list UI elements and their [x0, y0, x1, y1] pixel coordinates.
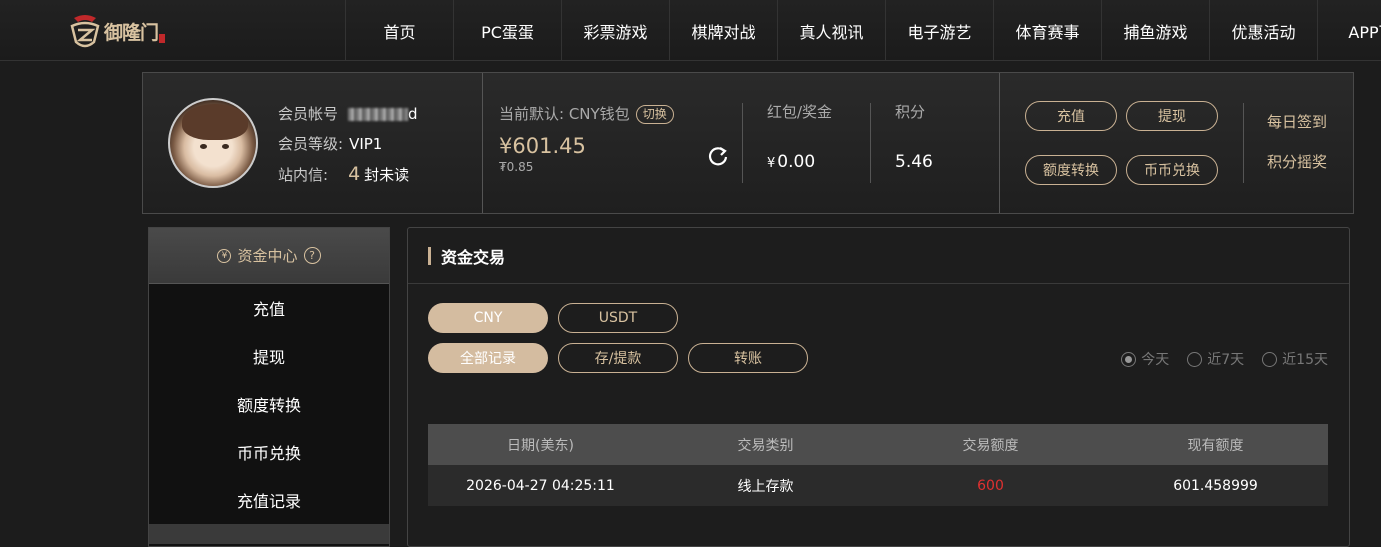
cell-type: 线上存款: [737, 478, 794, 495]
divider: [870, 103, 871, 183]
divider: [742, 103, 743, 183]
nav-slots[interactable]: 电子游艺: [885, 0, 993, 61]
transactions-table: 日期(美东) 交易类别 交易额度 现有额度 2026-04-27 04:25:1…: [428, 424, 1328, 506]
tab-cny[interactable]: CNY: [428, 303, 548, 333]
date-range-filter: 今天 近7天 近15天: [1121, 349, 1328, 369]
member-account-masked: [348, 108, 409, 121]
cell-balance: 601.458999: [1173, 477, 1258, 494]
brand-seal-icon: [159, 33, 166, 43]
sidebar-item-active[interactable]: [149, 524, 389, 544]
sidebar-item-deposit-records[interactable]: 充值记录: [149, 476, 389, 524]
redpacket-stat: 红包/奖金 ¥0.00: [767, 101, 832, 172]
exchange-button[interactable]: 币币兑换: [1126, 155, 1218, 185]
sidebar-item-withdraw[interactable]: 提现: [149, 332, 389, 380]
deposit-button[interactable]: 充值: [1025, 101, 1117, 131]
range-15days[interactable]: 近15天: [1262, 349, 1328, 369]
redpacket-value: 0.00: [777, 152, 816, 172]
daily-signin-link[interactable]: 每日签到: [1267, 111, 1327, 132]
avatar-eye-right: [222, 144, 229, 149]
member-info: 会员帐号 d 会员等级: VIP1 站内信: 4 封未读: [278, 99, 418, 190]
avatar-eye-left: [200, 144, 207, 149]
sidebar-item-transfer[interactable]: 额度转换: [149, 380, 389, 428]
brand-name: 御隆门: [104, 21, 159, 44]
range-15days-label: 近15天: [1282, 352, 1328, 368]
withdraw-button[interactable]: 提现: [1126, 101, 1218, 131]
divider: [1243, 103, 1244, 183]
redpacket-currency: ¥: [767, 156, 776, 171]
nav-promotions[interactable]: 优惠活动: [1209, 0, 1317, 61]
mail-count: 4: [348, 163, 361, 185]
col-date: 日期(美东): [507, 437, 574, 454]
sidebar-title: 资金中心: [237, 247, 298, 265]
member-level-label: 会员等级:: [278, 135, 344, 153]
sidebar-item-exchange[interactable]: 币币兑换: [149, 428, 389, 476]
avatar[interactable]: [168, 98, 258, 188]
member-account-label: 会员帐号: [278, 105, 339, 123]
fund-center-sidebar: ¥ 资金中心 ? 充值 提现 额度转换 币币兑换 充值记录: [148, 227, 390, 547]
switch-wallet-button[interactable]: 切换: [635, 105, 674, 124]
main-nav: 首页 PC蛋蛋 彩票游戏 棋牌对战 真人视讯 电子游艺 体育赛事 捕鱼游戏 优惠…: [345, 0, 1381, 61]
col-amount: 交易额度: [962, 437, 1019, 454]
radio-icon: [1262, 351, 1278, 367]
range-7days-label: 近7天: [1207, 352, 1245, 368]
member-level-value: VIP1: [349, 135, 383, 153]
nav-home[interactable]: 首页: [345, 0, 453, 61]
wallet-label: 当前默认: CNY钱包: [499, 105, 630, 123]
wallet-balance: ¥601.45: [499, 134, 586, 158]
col-type: 交易类别: [737, 437, 794, 454]
mail-row[interactable]: 站内信: 4 封未读: [278, 159, 418, 190]
sidebar-header: ¥ 资金中心 ?: [149, 228, 389, 284]
nav-live[interactable]: 真人视讯: [777, 0, 885, 61]
col-balance: 现有额度: [1187, 437, 1244, 454]
help-icon[interactable]: ?: [303, 247, 321, 264]
panel-title: 资金交易: [408, 228, 1349, 284]
points-stat: 积分 5.46: [895, 101, 933, 172]
member-account-row: 会员帐号 d: [278, 99, 418, 129]
wallet-summary: 当前默认: CNY钱包 切换 ¥601.45 ₮0.85: [499, 103, 674, 174]
refresh-icon[interactable]: [707, 145, 729, 167]
avatar-hair: [182, 104, 248, 140]
range-7days[interactable]: 近7天: [1187, 349, 1244, 369]
radio-icon: [1187, 351, 1203, 367]
points-label: 积分: [895, 103, 926, 121]
nav-sports[interactable]: 体育赛事: [993, 0, 1101, 61]
divider: [999, 73, 1000, 213]
account-summary: 会员帐号 d 会员等级: VIP1 站内信: 4 封未读 当前默认: CNY钱包 切换 ¥…: [142, 72, 1354, 214]
dragon-logo-icon: [70, 15, 100, 48]
nav-lottery[interactable]: 彩票游戏: [561, 0, 669, 61]
member-account-suffix: d: [408, 105, 418, 123]
yen-icon: ¥: [217, 248, 232, 263]
cell-date: 2026-04-27 04:25:11: [466, 477, 615, 494]
tab-all-records[interactable]: 全部记录: [428, 343, 548, 373]
fund-transactions-panel: 资金交易 CNY USDT 全部记录 存/提款 转账 今天 近7天 近15天 日…: [407, 227, 1350, 547]
mail-label: 站内信:: [278, 166, 329, 184]
redpacket-label: 红包/奖金: [767, 103, 833, 121]
cell-amount: 600: [977, 477, 1004, 494]
range-today-label: 今天: [1141, 352, 1170, 368]
wallet-usdt-balance: ₮0.85: [499, 160, 534, 174]
nav-fishing[interactable]: 捕鱼游戏: [1101, 0, 1209, 61]
table-row: 2026-04-27 04:25:11 线上存款 600 601.458999: [428, 465, 1328, 506]
nav-chess[interactable]: 棋牌对战: [669, 0, 777, 61]
mail-suffix: 封未读: [364, 166, 410, 184]
points-value: 5.46: [895, 152, 933, 172]
table-header: 日期(美东) 交易类别 交易额度 现有额度: [428, 424, 1328, 465]
nav-pcdd[interactable]: PC蛋蛋: [453, 0, 561, 61]
member-level-row: 会员等级: VIP1: [278, 129, 418, 159]
radio-icon: [1121, 351, 1137, 367]
brand-logo[interactable]: 御隆门: [68, 10, 166, 52]
range-today[interactable]: 今天: [1121, 349, 1169, 369]
tab-transfer[interactable]: 转账: [688, 343, 808, 373]
divider: [482, 73, 483, 213]
points-lottery-link[interactable]: 积分摇奖: [1267, 151, 1327, 172]
tab-deposit-withdraw[interactable]: 存/提款: [558, 343, 678, 373]
nav-app[interactable]: APP下: [1317, 0, 1381, 61]
tab-usdt[interactable]: USDT: [558, 303, 678, 333]
sidebar-item-deposit[interactable]: 充值: [149, 284, 389, 332]
top-navbar: 御隆门 首页 PC蛋蛋 彩票游戏 棋牌对战 真人视讯 电子游艺 体育赛事 捕鱼游…: [0, 0, 1381, 61]
transfer-button[interactable]: 额度转换: [1025, 155, 1117, 185]
